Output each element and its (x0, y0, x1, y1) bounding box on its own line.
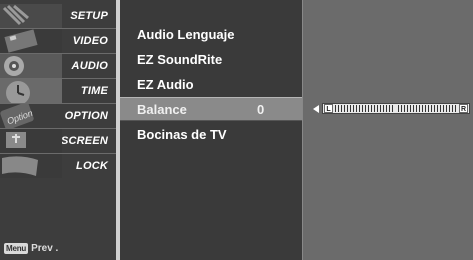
left-channel-label: L (324, 104, 333, 113)
menu-item-audio[interactable]: AUDIO (0, 54, 116, 78)
right-channel-label: R (459, 104, 468, 113)
submenu-item-label: EZ SoundRite (137, 51, 223, 67)
menu-item-time[interactable]: TIME (0, 79, 116, 103)
submenu-item-balance[interactable]: Balance 0 (120, 97, 302, 121)
menu-item-label: TIME (80, 85, 108, 97)
balance-indicator (394, 105, 398, 112)
menu-item-screen[interactable]: SCREEN (0, 129, 116, 153)
menu-item-label: AUDIO (71, 60, 108, 72)
main-menu-sidebar: SETUP VIDEO AUDIO TIME Option OPTION SCR… (0, 0, 120, 260)
detail-panel: L R (302, 0, 473, 260)
menu-key-badge: Menu (4, 243, 29, 254)
menu-item-label: VIDEO (72, 35, 108, 47)
option-icon: Option (0, 104, 62, 128)
submenu-item-label: EZ Audio (137, 76, 194, 92)
prev-hint[interactable]: Menu Prev . (4, 243, 58, 254)
submenu-item-label: Balance (137, 101, 187, 117)
prev-label: Prev . (31, 243, 59, 254)
menu-item-label: LOCK (76, 160, 108, 172)
screen-icon (0, 129, 62, 153)
lock-icon (0, 154, 62, 178)
menu-item-label: SCREEN (60, 135, 108, 147)
audio-icon (0, 54, 62, 78)
time-icon (0, 79, 62, 103)
menu-item-lock[interactable]: LOCK (0, 154, 116, 178)
submenu-item-label: Audio Lenguaje (137, 26, 235, 42)
balance-value: 0 (257, 101, 265, 117)
submenu-item-ez-soundrite[interactable]: EZ SoundRite (120, 47, 302, 71)
menu-item-label: SETUP (70, 10, 108, 22)
submenu-item-bocinas-de-tv[interactable]: Bocinas de TV (120, 122, 302, 146)
menu-item-video[interactable]: VIDEO (0, 29, 116, 53)
setup-icon (0, 4, 62, 28)
submenu-item-label: Bocinas de TV (137, 126, 227, 142)
audio-submenu: Audio Lenguaje EZ SoundRite EZ Audio Bal… (120, 0, 302, 260)
menu-item-option[interactable]: Option OPTION (0, 104, 116, 128)
video-icon (0, 29, 62, 53)
submenu-item-audio-lenguaje[interactable]: Audio Lenguaje (120, 22, 302, 46)
submenu-item-ez-audio[interactable]: EZ Audio (120, 72, 302, 96)
menu-item-label: OPTION (64, 110, 108, 122)
balance-slider[interactable]: L R (322, 103, 470, 114)
left-arrow-icon[interactable] (313, 105, 319, 113)
menu-item-setup[interactable]: SETUP (0, 4, 116, 28)
